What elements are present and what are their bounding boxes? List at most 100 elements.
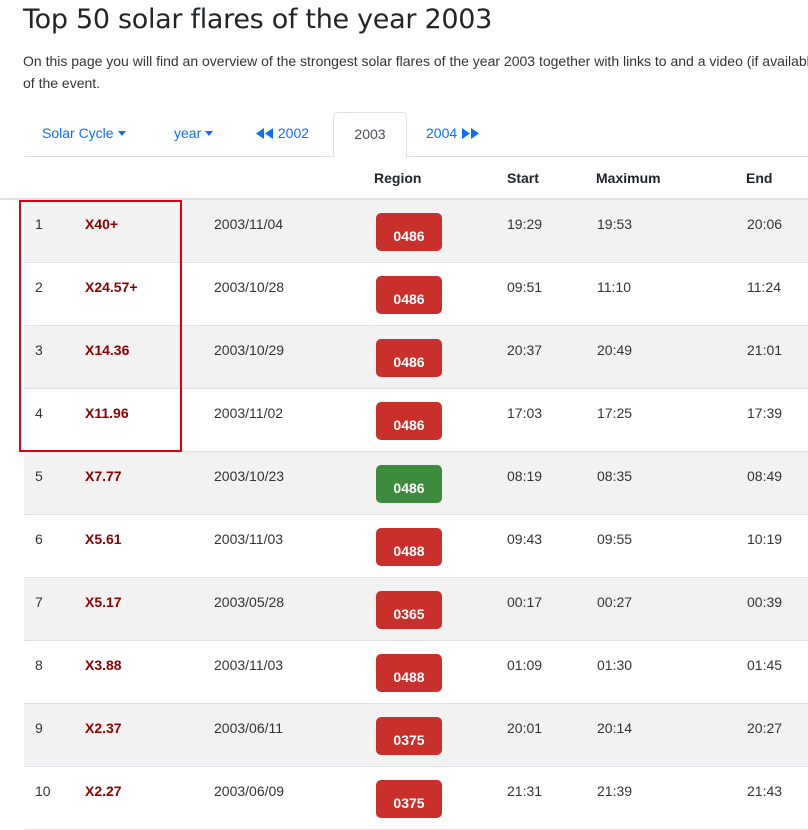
tab-current-year[interactable]: 2003: [333, 112, 407, 158]
rank-cell: 9: [35, 720, 43, 736]
start-time-cell: 09:43: [507, 531, 543, 547]
max-time-cell: 21:39: [597, 783, 633, 799]
end-time-cell: 21:43: [747, 783, 783, 799]
rank-cell: 6: [35, 531, 43, 547]
next-year-link[interactable]: 2004: [426, 112, 480, 155]
header-start: Start: [507, 170, 539, 186]
flares-table-body: 1 X40+ 2003/11/04 0486 19:29 19:53 20:06 2 X24.5…: [24, 200, 808, 830]
end-time-cell: 10:19: [747, 531, 783, 547]
header-maximum: Maximum: [596, 170, 661, 186]
prev-year-label: 2002: [277, 125, 310, 141]
end-time-cell: 20:27: [747, 720, 783, 736]
region-badge[interactable]: 0488: [376, 528, 442, 566]
region-badge[interactable]: 0488: [376, 654, 442, 692]
date-cell: 2003/10/29: [214, 342, 285, 358]
rank-cell: 3: [35, 342, 43, 358]
flare-class-link[interactable]: X2.27: [85, 783, 122, 799]
max-time-cell: 20:49: [597, 342, 633, 358]
max-time-cell: 20:14: [597, 720, 633, 736]
solar-cycle-dropdown[interactable]: Solar Cycle: [42, 112, 126, 155]
end-time-cell: 11:24: [747, 279, 781, 295]
flare-class-link[interactable]: X3.88: [85, 657, 122, 673]
table-row: 4 X11.96 2003/11/02 0486 17:03 17:25 17:39: [24, 389, 808, 452]
prev-year-link[interactable]: 2002: [256, 112, 309, 155]
flare-class-link[interactable]: X5.61: [85, 531, 122, 547]
year-nav-tabs: Solar Cycle year 2002 2003 2004: [24, 112, 808, 158]
rank-cell: 1: [35, 216, 43, 232]
max-time-cell: 01:30: [597, 657, 633, 673]
region-badge[interactable]: 0486: [376, 276, 442, 314]
region-badge[interactable]: 0486: [376, 339, 442, 377]
flare-class-link[interactable]: X24.57+: [85, 279, 138, 295]
end-time-cell: 21:01: [747, 342, 783, 358]
end-time-cell: 17:39: [747, 405, 783, 421]
region-badge[interactable]: 0486: [376, 402, 442, 440]
date-cell: 2003/11/03: [214, 657, 284, 673]
region-badge[interactable]: 0375: [376, 780, 442, 818]
year-label: year: [174, 125, 202, 141]
region-badge[interactable]: 0375: [376, 717, 442, 755]
rank-cell: 4: [35, 405, 43, 421]
max-time-cell: 19:53: [597, 216, 633, 232]
max-time-cell: 09:55: [597, 531, 633, 547]
caret-down-icon: [205, 131, 214, 136]
rank-cell: 10: [35, 783, 51, 799]
page-title: Top 50 solar flares of the year 2003: [23, 4, 492, 35]
date-cell: 2003/05/28: [214, 594, 285, 610]
start-time-cell: 20:37: [507, 342, 543, 358]
table-row: 2 X24.57+ 2003/10/28 0486 09:51 11:10 11:24: [24, 263, 808, 326]
start-time-cell: 20:01: [507, 720, 543, 736]
header-region: Region: [374, 170, 422, 186]
table-header: Region Start Maximum End: [0, 158, 808, 200]
double-arrow-left-icon: [256, 128, 273, 139]
current-year-label: 2003: [354, 126, 386, 142]
double-arrow-right-icon: [462, 128, 480, 139]
flare-class-link[interactable]: X11.96: [85, 405, 129, 421]
date-cell: 2003/06/11: [214, 720, 284, 736]
max-time-cell: 11:10: [597, 279, 631, 295]
start-time-cell: 09:51: [507, 279, 543, 295]
end-time-cell: 00:39: [747, 594, 783, 610]
table-row: 9 X2.37 2003/06/11 0375 20:01 20:14 20:27: [24, 704, 808, 767]
page-intro: On this page you will find an overview o…: [23, 53, 808, 91]
table-row: 3 X14.36 2003/10/29 0486 20:37 20:49 21:01: [24, 326, 808, 389]
start-time-cell: 00:17: [507, 594, 543, 610]
region-badge[interactable]: 0486: [376, 213, 442, 251]
date-cell: 2003/10/23: [214, 468, 285, 484]
table-row: 6 X5.61 2003/11/03 0488 09:43 09:55 10:19: [24, 515, 808, 578]
solar-cycle-label: Solar Cycle: [42, 125, 114, 141]
region-badge[interactable]: 0365: [376, 591, 442, 629]
table-row: 1 X40+ 2003/11/04 0486 19:29 19:53 20:06: [24, 200, 808, 263]
rank-cell: 7: [35, 594, 43, 610]
date-cell: 2003/11/04: [214, 216, 284, 232]
flare-class-link[interactable]: X40+: [85, 216, 118, 232]
end-time-cell: 01:45: [747, 657, 783, 673]
date-cell: 2003/11/02: [214, 405, 284, 421]
rank-cell: 8: [35, 657, 43, 673]
header-end: End: [746, 170, 773, 186]
caret-down-icon: [117, 131, 126, 136]
rank-cell: 2: [35, 279, 43, 295]
date-cell: 2003/06/09: [214, 783, 285, 799]
table-row: 7 X5.17 2003/05/28 0365 00:17 00:27 00:39: [24, 578, 808, 641]
max-time-cell: 00:27: [597, 594, 633, 610]
date-cell: 2003/11/03: [214, 531, 284, 547]
start-time-cell: 08:19: [507, 468, 543, 484]
table-row: 10 X2.27 2003/06/09 0375 21:31 21:39 21:43: [24, 767, 808, 830]
flare-class-link[interactable]: X14.36: [85, 342, 129, 358]
table-row: 8 X3.88 2003/11/03 0488 01:09 01:30 01:45: [24, 641, 808, 704]
flare-class-link[interactable]: X2.37: [85, 720, 122, 736]
max-time-cell: 08:35: [597, 468, 633, 484]
max-time-cell: 17:25: [597, 405, 633, 421]
end-time-cell: 08:49: [747, 468, 783, 484]
year-dropdown[interactable]: year: [174, 112, 214, 155]
table-row: 5 X7.77 2003/10/23 0486 08:19 08:35 08:49: [24, 452, 808, 515]
next-year-label: 2004: [426, 125, 458, 141]
end-time-cell: 20:06: [747, 216, 783, 232]
region-badge[interactable]: 0486: [376, 465, 442, 503]
flare-class-link[interactable]: X5.17: [85, 594, 122, 610]
start-time-cell: 19:29: [507, 216, 543, 232]
date-cell: 2003/10/28: [214, 279, 285, 295]
flare-class-link[interactable]: X7.77: [85, 468, 122, 484]
start-time-cell: 21:31: [507, 783, 543, 799]
